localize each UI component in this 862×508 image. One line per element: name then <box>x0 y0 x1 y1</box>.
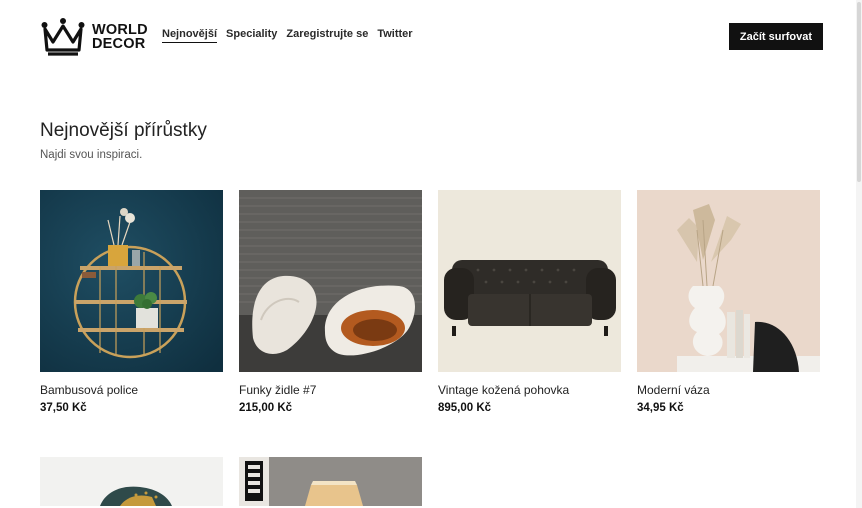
brand-line-2: DECOR <box>92 36 146 52</box>
product-name[interactable]: Moderní váza <box>637 383 820 397</box>
brand-line-1: WORLD <box>92 22 148 38</box>
nav-item-register[interactable]: Zaregistrujte se <box>286 28 368 43</box>
modern-vase-image[interactable] <box>637 190 820 372</box>
product-price: 895,00 Kč <box>438 402 492 414</box>
nav-item-twitter[interactable]: Twitter <box>377 28 412 43</box>
page-title: Nejnovější přírůstky <box>40 120 207 141</box>
armchair-image[interactable] <box>40 457 223 506</box>
product-card[interactable] <box>40 457 223 506</box>
logo[interactable]: WORLD DECOR <box>40 16 148 58</box>
product-price: 37,50 Kč <box>40 402 87 414</box>
product-card[interactable]: Funky židle #7 215,00 Kč <box>239 190 422 414</box>
product-name[interactable]: Bambusová police <box>40 383 223 397</box>
start-browsing-button[interactable]: Začít surfovat <box>729 23 823 50</box>
nav-item-newest[interactable]: Nejnovější <box>162 28 218 43</box>
product-card[interactable] <box>239 457 422 506</box>
product-price: 215,00 Kč <box>239 402 293 414</box>
nav-item-specialities[interactable]: Speciality <box>226 28 277 43</box>
product-name[interactable]: Funky židle #7 <box>239 383 422 397</box>
bamboo-shelf-image[interactable] <box>40 190 223 372</box>
product-card[interactable]: Moderní váza 34,95 Kč <box>637 190 820 414</box>
product-name[interactable]: Vintage kožená pohovka <box>438 383 621 397</box>
scrollbar[interactable] <box>856 0 862 508</box>
product-price: 34,95 Kč <box>637 402 684 414</box>
page-subtitle: Najdi svou inspiraci. <box>40 149 143 161</box>
product-card[interactable]: Vintage kožená pohovka 895,00 Kč <box>438 190 621 414</box>
brand-name: WORLD DECOR <box>92 22 148 52</box>
crown-icon <box>40 16 86 58</box>
lamp-image[interactable] <box>239 457 422 506</box>
site-header: WORLD DECOR Nejnovější Speciality Zaregi… <box>40 16 823 56</box>
main-nav: Nejnovější Speciality Zaregistrujte se T… <box>162 28 413 43</box>
product-card[interactable]: Bambusová police 37,50 Kč <box>40 190 223 414</box>
leather-sofa-image[interactable] <box>438 190 621 372</box>
funky-chairs-image[interactable] <box>239 190 422 372</box>
scrollbar-thumb[interactable] <box>857 2 861 182</box>
